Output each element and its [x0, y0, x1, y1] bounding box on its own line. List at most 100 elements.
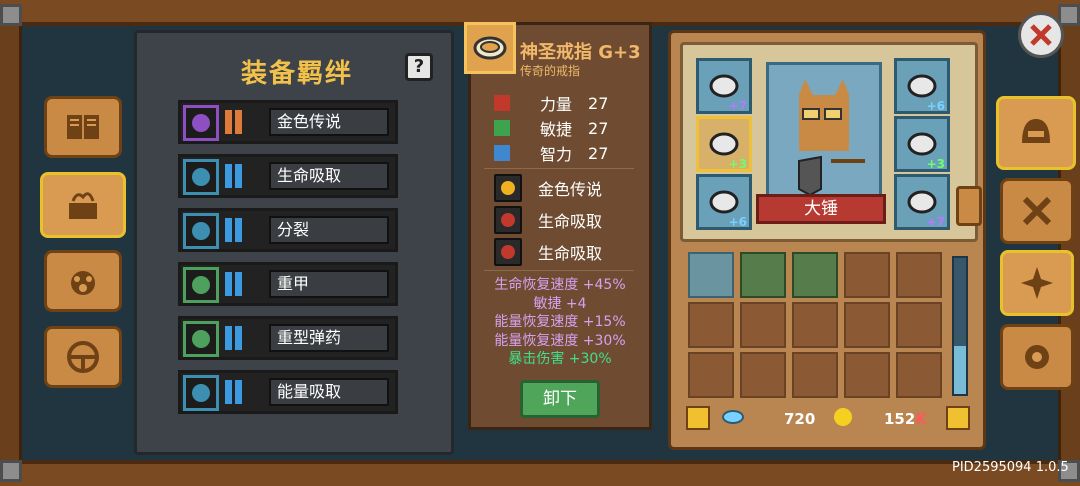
slot-level: +7	[926, 215, 945, 229]
armor-slot[interactable]: +6	[696, 174, 752, 230]
bonus-line: 敏捷 +4	[533, 295, 587, 312]
stat-value: 27	[588, 93, 609, 113]
bag-slot[interactable]	[896, 302, 942, 348]
bag-slot[interactable]	[844, 352, 890, 398]
frame-bottom	[0, 460, 1080, 486]
bond-icon	[183, 159, 219, 195]
tab-bonds[interactable]	[40, 172, 126, 238]
item-name: 神圣戒指 G+3	[520, 42, 641, 63]
feather-icon	[494, 120, 510, 136]
tab-settings[interactable]	[1000, 324, 1074, 390]
helmet-slot[interactable]: +6	[894, 58, 950, 114]
paw-icon	[71, 271, 95, 295]
bag-slot[interactable]	[740, 252, 786, 298]
bag-slot[interactable]	[844, 302, 890, 348]
perk-label: 生命吸取	[538, 212, 603, 231]
ring-item-icon	[464, 22, 516, 74]
version-label: PID2595094 1.0.5	[952, 460, 1069, 475]
panel-toggle-tab[interactable]	[956, 186, 982, 226]
unequip-button[interactable]: 卸下	[520, 380, 600, 418]
bag-slot[interactable]	[740, 302, 786, 348]
bond-row[interactable]: 重型弹药	[178, 316, 398, 360]
ring-slot-top[interactable]: +7	[696, 58, 752, 114]
slot-level: +6	[728, 215, 747, 229]
perk-row: 金色传说	[494, 173, 602, 203]
bond-row[interactable]: 重甲	[178, 262, 398, 306]
ring-slot-selected[interactable]: +3	[696, 116, 752, 172]
bag-slot[interactable]	[740, 352, 786, 398]
bag-slot[interactable]	[688, 302, 734, 348]
bond-count-bars	[225, 164, 251, 188]
sort-icon[interactable]	[946, 406, 970, 430]
gold-count: 152K	[884, 410, 927, 428]
stat-value: 27	[588, 118, 609, 138]
tab-vehicle[interactable]	[44, 326, 122, 388]
tab-skills[interactable]	[1000, 250, 1074, 316]
close-icon	[1030, 24, 1052, 46]
crossed-tools-icon	[1022, 196, 1052, 226]
lock-icon[interactable]	[686, 406, 710, 430]
bond-row[interactable]: 能量吸取	[178, 370, 398, 414]
book-icon	[67, 115, 99, 139]
gear-icon	[1025, 345, 1049, 369]
fist-icon	[494, 95, 510, 111]
frame-corner	[0, 460, 22, 482]
item-subtitle: 传奇的戒指	[520, 64, 581, 78]
bag-slot[interactable]	[792, 302, 838, 348]
perk-row: 生命吸取	[494, 205, 602, 235]
bond-count-bars	[225, 326, 251, 350]
bond-icon	[183, 105, 219, 141]
stat-row: 敏捷 27	[494, 117, 608, 139]
bond-label: 金色传说	[269, 108, 389, 136]
bond-row[interactable]: 分裂	[178, 208, 398, 252]
bag-scrollbar-thumb[interactable]	[954, 346, 966, 394]
bracer-slot[interactable]: +3	[894, 116, 950, 172]
divider	[484, 168, 634, 169]
slot-level: +3	[926, 157, 945, 171]
bag-slot[interactable]	[896, 352, 942, 398]
close-button[interactable]	[1018, 12, 1064, 58]
tab-character[interactable]	[996, 96, 1076, 170]
bag-slot[interactable]	[792, 252, 838, 298]
tab-pets[interactable]	[44, 250, 122, 312]
help-button[interactable]: ?	[405, 53, 433, 81]
stat-label: 力量	[540, 95, 573, 114]
frame-left	[0, 26, 22, 460]
bag-slot[interactable]	[688, 352, 734, 398]
bond-icon	[183, 375, 219, 411]
perk-label: 生命吸取	[538, 244, 603, 263]
bond-row[interactable]: 金色传说	[178, 100, 398, 144]
divider	[484, 270, 634, 271]
slot-level: +3	[728, 157, 747, 171]
helmet-icon	[1022, 119, 1050, 143]
steering-wheel-icon	[67, 341, 99, 373]
bond-label: 重甲	[269, 270, 389, 298]
stat-label: 智力	[540, 145, 573, 164]
bag-slot[interactable]	[844, 252, 890, 298]
bond-label: 重型弹药	[269, 324, 389, 352]
bond-count-bars	[225, 218, 251, 242]
bag-slot[interactable]	[688, 252, 734, 298]
bonus-line: 生命恢复速度 +45%	[494, 277, 626, 293]
item-grade: G+3	[598, 42, 641, 63]
bonus-line: 能量恢复速度 +30%	[494, 332, 626, 349]
bond-icon	[183, 321, 219, 357]
stat-row: 智力 27	[494, 142, 608, 164]
red-eyes-icon	[494, 206, 522, 234]
bag-slot[interactable]	[896, 252, 942, 298]
bond-row[interactable]: 生命吸取	[178, 154, 398, 198]
bond-count-bars	[225, 380, 251, 404]
tab-upgrade[interactable]	[1000, 178, 1074, 244]
stat-value: 27	[588, 143, 609, 163]
golden-drop-icon	[494, 174, 522, 202]
sparkle-icon	[1021, 267, 1053, 299]
tab-book[interactable]	[44, 96, 122, 158]
bond-icon	[183, 267, 219, 303]
bond-count-bars	[225, 110, 251, 134]
bond-count-bars	[225, 272, 251, 296]
sword-slot[interactable]: +7	[894, 174, 950, 230]
red-eyes-icon	[494, 238, 522, 266]
currency-bar: 720 152K	[686, 404, 974, 434]
magic-box-icon	[69, 192, 97, 219]
bag-slot[interactable]	[792, 352, 838, 398]
